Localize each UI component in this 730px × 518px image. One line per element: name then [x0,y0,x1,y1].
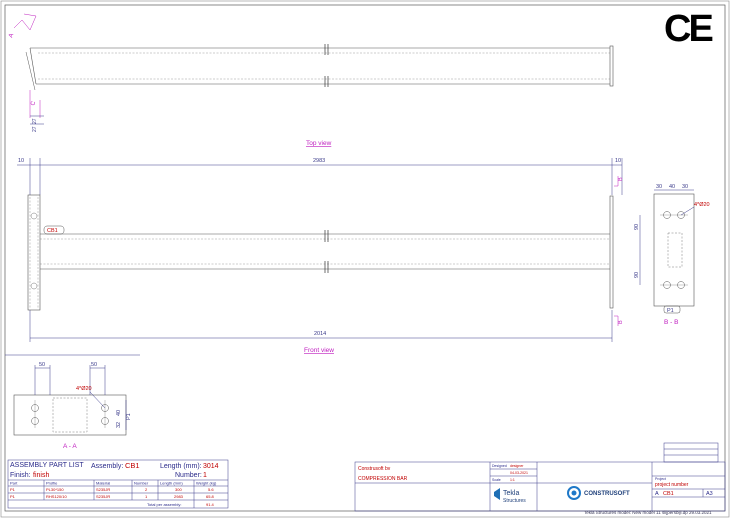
section-aa-title: A - A [63,443,77,450]
end-left-dim: 10 [18,158,24,164]
top-view-bar [25,44,614,91]
table-row: P1 PL30*150 S235JR 2 300 5.6 [10,487,214,492]
bb-hole-note: 4*Ø20 [694,202,710,208]
tekla-brand: Tekla [503,490,519,497]
project-number: project number [655,482,689,488]
assembly-list-title: ASSEMBLY PART LIST [10,462,84,469]
cb1-part-mark: CB1 [43,225,65,235]
row1-profile: PL30*150 [46,487,64,492]
overall-length-dim: 2983 [313,158,325,164]
finish-value: finish [33,472,49,479]
outer-frame [0,0,730,518]
tekla-sub: Structures [503,498,526,504]
bb-dim-30a: 30 [656,184,662,190]
angle-c-mark: C [30,100,37,107]
cb1-mark-label: CB1 [47,228,58,234]
p1-mark-aa: P1 [126,413,132,420]
col-part: Part [10,481,18,486]
col-material: Material [96,481,110,486]
p1-mark-bb: P1 [667,308,674,314]
aa-dim-50a: 50 [39,362,45,368]
row2-profile: RHS120/10 [46,494,67,499]
assembly-label: Assembly: [91,463,123,470]
aa-hole-note: 4*Ø20 [76,386,92,392]
designed-value: designer [510,464,524,468]
aa-dim-40: 40 [116,410,122,416]
number-label: Number: [175,472,202,479]
row2-number: 1 [145,494,148,499]
top-angle-dim-a: 27 [32,118,38,124]
col-weight: Weight (kg) [196,481,217,486]
row2-material: S235JR [96,494,110,499]
front-view-bar [27,194,614,311]
front-view-title: Front view [304,347,334,354]
drawing-title: COMPRESSION BAR [358,476,408,482]
ce-mark-text: CE [664,8,714,50]
construsoft-logo: CONSTRUSOFT [567,486,630,500]
front-view-dimension-lines [17,158,623,342]
date-value: 04-03-2021 [510,471,528,475]
scale-label: Scale [492,478,501,482]
construsoft-name: CONSTRUSOFT [584,491,630,497]
constructor-name: Construsoft bv [358,466,391,472]
section-b-mark-top: B [618,177,624,181]
revision-letter: A [655,491,659,497]
col-length: Length (mm) [160,481,183,486]
sheet-size: A3 [706,491,713,497]
section-bb-title: B - B [664,319,678,326]
table-row: P1 RHS120/10 S235JR 1 2983 65.8 [10,494,215,499]
top-view-angle-marks [13,13,44,125]
row2-weight: 65.8 [206,494,215,499]
total-label: Total per assembly: [147,502,181,507]
section-aa-plate [13,394,127,436]
angle-a-mark: A [8,33,15,39]
top-angle-dim-b: 27 [32,126,38,132]
footer-model-info: Tekla Structures model: New model 11 sli… [584,510,712,515]
row2-length: 2983 [174,494,184,499]
title-block-grid [354,442,726,512]
assembly-table-header: Part Profile Material Number Length (mm)… [10,481,217,486]
scale-value: 1:1 [510,478,515,482]
project-label: Project [655,477,666,481]
aa-dim-50b: 50 [91,362,97,368]
row1-number: 2 [145,487,148,492]
col-profile: Profile [46,481,58,486]
row1-weight: 5.6 [208,487,214,492]
tekla-logo: Tekla Structures [494,488,526,504]
finish-label: Finish: [10,472,31,479]
length-label: Length (mm): [160,463,202,470]
bb-dim-90a: 90 [634,224,640,230]
end-right-dim: 10 [615,158,621,164]
section-b-mark-bottom: B [618,320,624,324]
col-number: Number [134,481,149,486]
bar-length-dim: 2014 [314,331,326,337]
bb-dim-40: 40 [669,184,675,190]
row2-part: P1 [10,494,16,499]
ce-mark-logo: CE [664,8,718,50]
total-value: 91.4 [206,502,215,507]
row1-length: 300 [175,487,182,492]
section-b-marks [614,176,619,326]
top-view-title: Top view [306,140,332,147]
length-value: 3014 [203,463,219,470]
number-value: 1 [203,472,207,479]
designed-label: Designed [492,464,507,468]
aa-dim-32: 32 [116,422,122,428]
row1-material: S235JR [96,487,110,492]
assembly-value: CB1 [125,461,140,470]
section-bb-dims [639,189,695,285]
bb-dim-90b: 90 [634,272,640,278]
row1-part: P1 [10,487,16,492]
section-aa-dims [34,365,127,430]
drawing-id: CB1 [663,491,674,497]
bb-dim-30b: 30 [682,184,688,190]
